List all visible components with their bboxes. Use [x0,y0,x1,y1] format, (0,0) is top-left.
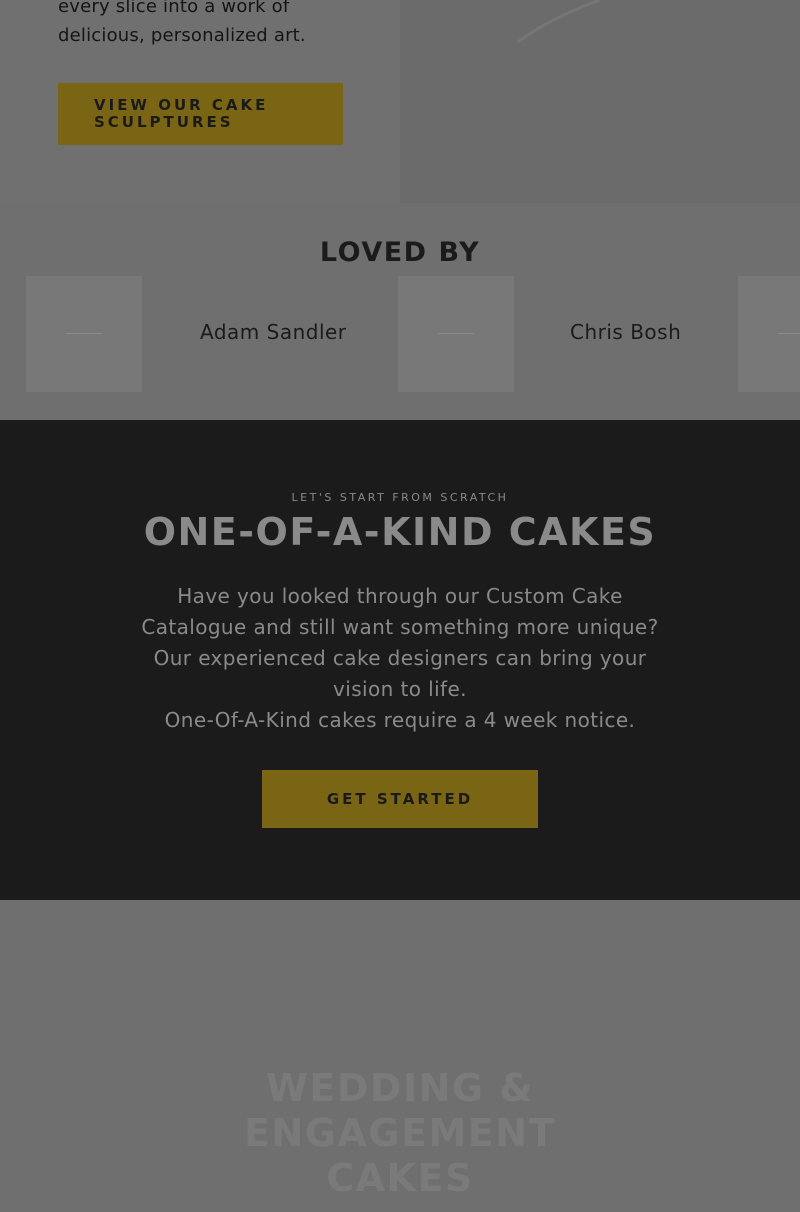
description-paragraph: Have you looked through our Custom Cake … [141,584,659,701]
loved-by-section: LOVED BY Adam Sandler Chris Bosh [0,204,800,420]
celebrity-photo [26,276,142,392]
button-label-line: VIEW OUR CAKE [94,96,269,114]
section-title: WEDDING & ENGAGEMENT CAKES [243,1066,556,1200]
celebrity-name: Chris Bosh [570,320,682,344]
cake-image-placeholder [517,0,601,44]
notice-paragraph: One-Of-A-Kind cakes require a 4 week not… [164,708,636,732]
celebrity-photo [738,276,800,392]
hero-text-panel: every slice into a work of delicious, pe… [0,0,400,203]
hero-description-line: delicious, personalized art. [58,25,306,46]
section-description: Have you looked through our Custom Cake … [130,581,670,736]
wedding-section: WEDDING & ENGAGEMENT CAKES [0,900,800,1212]
one-of-a-kind-section: LET'S START FROM SCRATCH ONE-OF-A-KIND C… [0,420,800,900]
section-eyebrow: LET'S START FROM SCRATCH [291,491,509,504]
button-label-line: SCULPTURES [94,113,234,131]
celebrity-name: Adam Sandler [200,320,347,344]
get-started-button[interactable]: GET STARTED [262,770,538,828]
hero-section: every slice into a work of delicious, pe… [0,0,800,203]
hero-description: every slice into a work of delicious, pe… [58,0,358,50]
celebrity-photo [398,276,514,392]
view-cake-sculptures-button[interactable]: VIEW OUR CAKE SCULPTURES [58,83,343,145]
section-title: LOVED BY [319,237,481,268]
hero-description-line: every slice into a work of [58,0,290,17]
hero-image [400,0,800,203]
section-title: ONE-OF-A-KIND CAKES [143,510,657,554]
